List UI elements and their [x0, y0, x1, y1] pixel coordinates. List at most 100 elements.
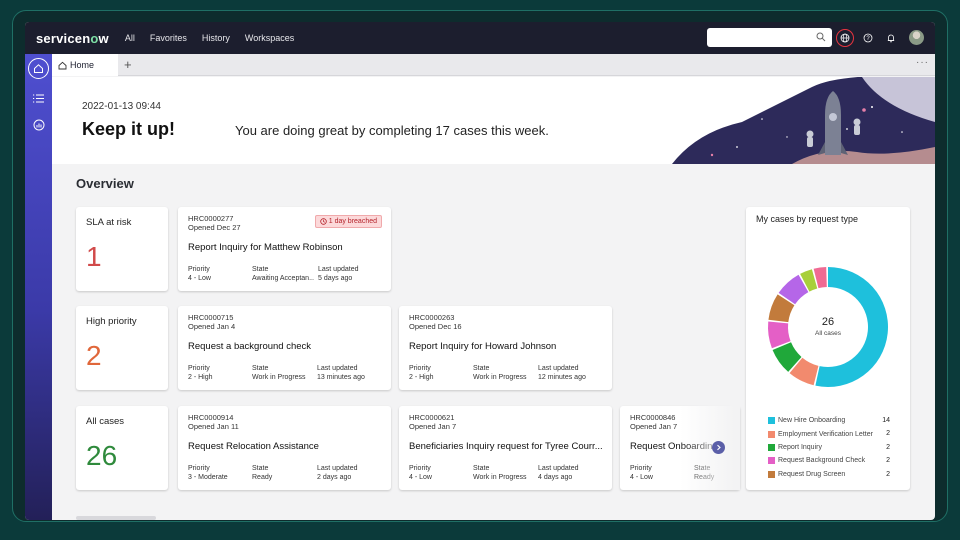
- case-last-updated: Last updated 4 days ago: [538, 464, 606, 482]
- stat-value: 2: [86, 340, 102, 371]
- legend-item[interactable]: New Hire Onboarding 14: [768, 414, 890, 427]
- case-state: State Work in Progress: [473, 364, 535, 382]
- case-title[interactable]: Report Inquiry for Howard Johnson: [409, 341, 604, 352]
- carousel-fade: [680, 404, 740, 490]
- nav-workspaces[interactable]: Workspaces: [245, 33, 294, 43]
- stat-label: SLA at risk: [86, 217, 132, 228]
- welcome-banner: 2022-01-13 09:44 Keep it up! You are doi…: [52, 77, 935, 164]
- cases-by-request-type-card: My cases by request type 26 All cases Ne…: [746, 207, 910, 490]
- nav-all[interactable]: All: [125, 33, 135, 43]
- legend-label: New Hire Onboarding: [778, 417, 846, 425]
- donut-legend: New Hire Onboarding 14 Employment Verific…: [768, 414, 890, 481]
- case-card[interactable]: HRC0000715 Opened Jan 4 Request a backgr…: [178, 306, 391, 390]
- top-navigation-bar: servicenow All Favorites History Workspa…: [25, 22, 935, 54]
- case-opened-date: Opened Jan 4: [188, 322, 236, 331]
- donut-total-label: All cases: [815, 330, 842, 337]
- case-card[interactable]: HRC0000621 Opened Jan 7 Beneficiaries In…: [399, 406, 612, 490]
- search-icon: [816, 32, 826, 42]
- priority-value: 4 - Low: [630, 474, 653, 481]
- case-card[interactable]: HRC0000277 Opened Dec 27 1 day breached …: [178, 207, 391, 291]
- legend-item[interactable]: Request Drug Screen 2: [768, 468, 890, 481]
- stat-card-all-cases[interactable]: All cases 26: [76, 406, 168, 490]
- app-screen: servicenow All Favorites History Workspa…: [25, 22, 935, 520]
- banner-title: Keep it up!: [82, 119, 175, 139]
- donut-total: 26: [822, 316, 834, 328]
- priority-value: 3 - Moderate: [188, 474, 228, 481]
- case-priority: Priority 4 - Low: [630, 464, 685, 482]
- updated-label: Last updated: [317, 365, 358, 372]
- case-card[interactable]: HRC0000263 Opened Dec 16 Report Inquiry …: [399, 306, 612, 390]
- add-tab-button[interactable]: +: [124, 57, 132, 72]
- badge-label: 1 day breached: [328, 218, 377, 225]
- legend-swatch: [768, 430, 775, 438]
- updated-value: 13 minutes ago: [317, 374, 365, 381]
- notification-bell-icon[interactable]: [883, 30, 899, 46]
- global-search-input[interactable]: [707, 28, 832, 47]
- updated-label: Last updated: [317, 465, 358, 472]
- overview-title: Overview: [76, 176, 134, 191]
- case-state: State Awaiting Acceptan...: [252, 265, 314, 283]
- tab-home[interactable]: Home: [52, 54, 118, 76]
- case-id: HRC0000846: [630, 413, 676, 422]
- case-last-updated: Last updated 5 days ago: [318, 265, 383, 283]
- nav-favorites[interactable]: Favorites: [150, 33, 187, 43]
- legend-item[interactable]: Request Background Check 2: [768, 454, 890, 467]
- legend-item[interactable]: Employment Verification Letter 2: [768, 427, 890, 440]
- next-section-peek: [76, 516, 156, 520]
- donut-chart[interactable]: 26 All cases: [766, 265, 890, 389]
- case-title[interactable]: Request Relocation Assistance: [188, 441, 383, 452]
- stat-value: 26: [86, 440, 118, 471]
- user-avatar[interactable]: [909, 30, 924, 45]
- case-last-updated: Last updated 12 minutes ago: [538, 364, 606, 382]
- carousel-next-button[interactable]: [712, 441, 725, 454]
- servicenow-logo[interactable]: servicenow: [36, 31, 109, 46]
- list-icon[interactable]: [31, 91, 46, 106]
- tab-more-button[interactable]: ···: [916, 57, 929, 68]
- case-title[interactable]: Beneficiaries Inquiry request for Tyree …: [409, 441, 604, 452]
- case-id: HRC0000621: [409, 413, 455, 422]
- stat-label: High priority: [86, 316, 137, 327]
- space-illustration: [672, 77, 935, 164]
- legend-value: 2: [886, 430, 890, 438]
- state-label: State: [252, 266, 269, 273]
- legend-value: 2: [886, 457, 890, 465]
- globe-icon[interactable]: [836, 29, 854, 47]
- legend-item[interactable]: Report Inquiry 2: [768, 441, 890, 454]
- state-value: Ready: [252, 474, 273, 481]
- updated-label: Last updated: [538, 365, 579, 372]
- left-sidebar: [25, 54, 52, 520]
- case-opened-date: Opened Dec 27: [188, 223, 241, 232]
- case-priority: Priority 2 - High: [188, 364, 243, 382]
- dashboard-icon[interactable]: [31, 117, 46, 132]
- priority-label: Priority: [188, 365, 210, 372]
- legend-label: Request Background Check: [778, 457, 866, 465]
- case-card[interactable]: HRC0000914 Opened Jan 11 Request Relocat…: [178, 406, 391, 490]
- legend-swatch: [768, 417, 775, 425]
- case-priority: Priority 2 - High: [409, 364, 464, 382]
- stat-card-high-priority[interactable]: High priority 2: [76, 306, 168, 390]
- legend-swatch: [768, 443, 775, 451]
- state-value: Work in Progress: [473, 374, 527, 381]
- clock-icon: [320, 218, 327, 225]
- legend-label: Request Drug Screen: [778, 470, 846, 478]
- state-value: Work in Progress: [252, 374, 306, 381]
- case-title[interactable]: Request a background check: [188, 341, 383, 352]
- updated-value: 12 minutes ago: [538, 374, 586, 381]
- updated-label: Last updated: [538, 465, 579, 472]
- stat-card-sla-at-risk[interactable]: SLA at risk 1: [76, 207, 168, 291]
- updated-value: 2 days ago: [317, 474, 352, 481]
- case-last-updated: Last updated 2 days ago: [317, 464, 385, 482]
- help-icon[interactable]: ?: [860, 30, 876, 46]
- case-priority: Priority 3 - Moderate: [188, 464, 243, 482]
- home-icon[interactable]: [28, 58, 49, 79]
- stat-label: All cases: [86, 416, 125, 427]
- donut-title: My cases by request type: [756, 214, 859, 224]
- nav-history[interactable]: History: [202, 33, 230, 43]
- legend-label: Employment Verification Letter: [778, 430, 873, 438]
- case-priority: Priority 4 - Low: [188, 265, 243, 283]
- case-title[interactable]: Report Inquiry for Matthew Robinson: [188, 242, 383, 253]
- case-state: State Work in Progress: [473, 464, 535, 482]
- case-opened-date: Opened Jan 7: [630, 422, 678, 431]
- priority-value: 2 - High: [409, 374, 434, 381]
- priority-label: Priority: [188, 465, 210, 472]
